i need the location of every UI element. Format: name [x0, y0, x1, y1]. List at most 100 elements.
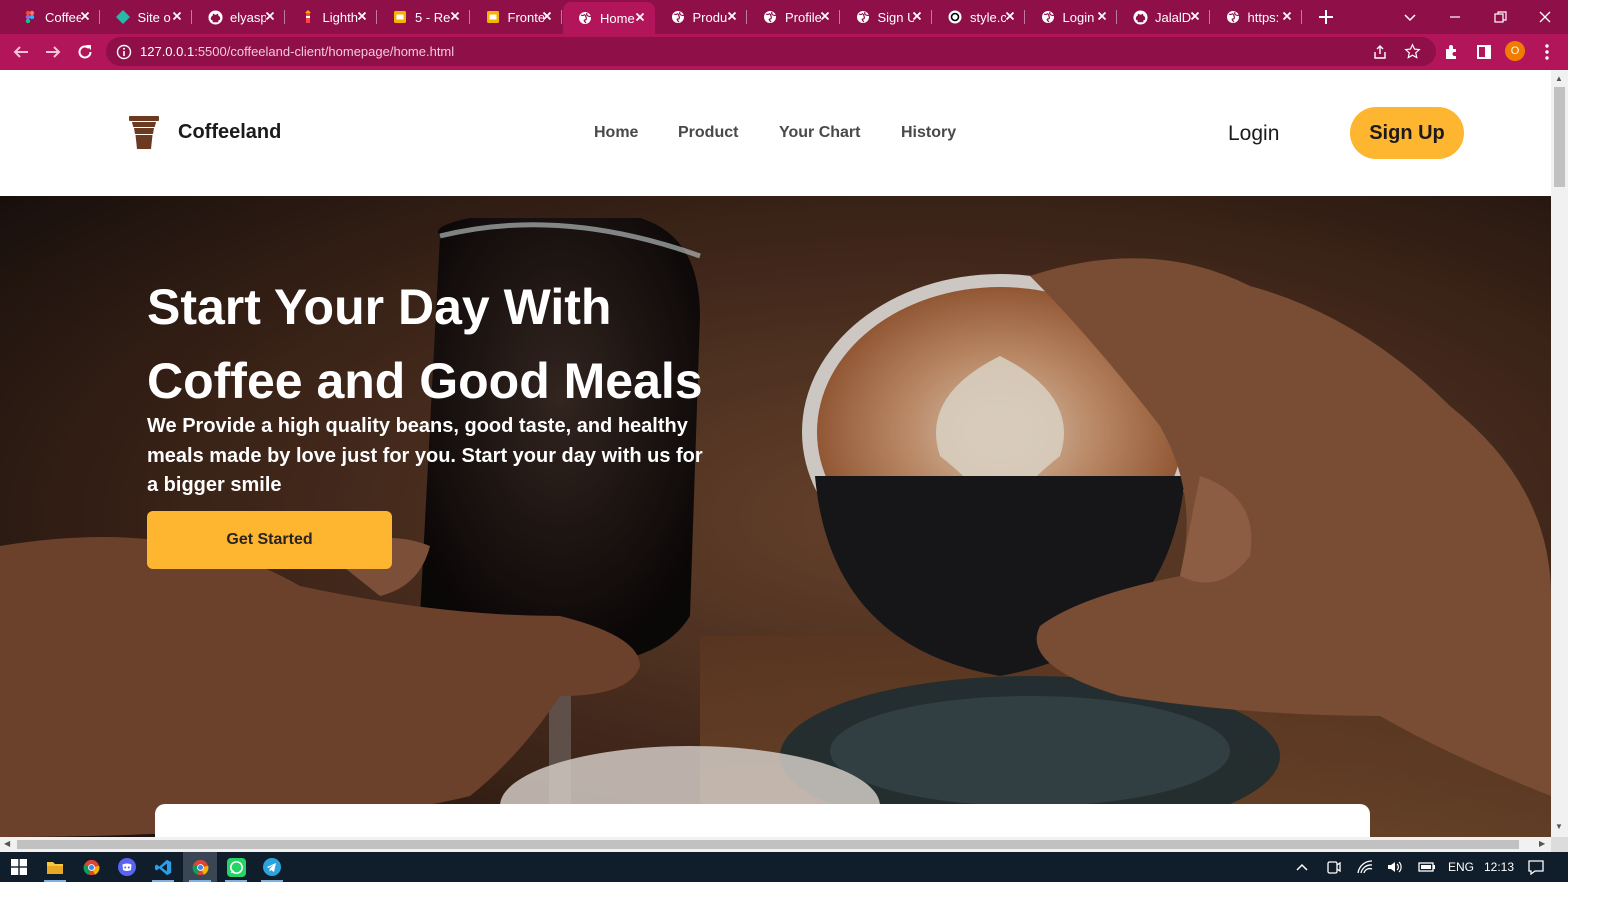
globe-icon	[762, 9, 778, 25]
tab-close-icon[interactable]	[263, 9, 277, 23]
tab-close-icon[interactable]	[910, 9, 924, 23]
taskbar-file-explorer[interactable]	[38, 852, 72, 882]
extensions-puzzle-icon[interactable]	[1443, 43, 1461, 61]
get-started-button[interactable]: Get Started	[147, 511, 392, 569]
side-panel-icon[interactable]	[1475, 43, 1493, 61]
browser-tab[interactable]: Site o	[101, 4, 192, 30]
forward-button[interactable]	[42, 41, 64, 63]
notifications-icon[interactable]	[1527, 859, 1545, 875]
tab-close-icon[interactable]	[725, 9, 739, 23]
vscode-icon	[154, 859, 171, 875]
tab-close-icon[interactable]	[1095, 9, 1109, 23]
globe-icon	[670, 9, 686, 25]
browser-tab[interactable]: Sign U	[841, 4, 932, 30]
vertical-scroll-thumb[interactable]	[1554, 87, 1565, 187]
battery-icon[interactable]	[1418, 859, 1436, 875]
tab-close-icon[interactable]	[1280, 9, 1294, 23]
signup-button[interactable]: Sign Up	[1350, 107, 1464, 159]
reload-button[interactable]	[74, 41, 96, 63]
tab-title: Fronte	[507, 9, 544, 25]
browser-toolbar: 127.0.0.1:5500/coffeeland-client/homepag…	[0, 34, 1568, 70]
telegram-icon	[263, 858, 281, 876]
scroll-left-arrow-icon[interactable]: ◀	[4, 839, 10, 849]
scroll-right-arrow-icon[interactable]: ▶	[1539, 839, 1545, 849]
tab-title: Login	[1062, 9, 1095, 25]
hero-title-line-2: Coffee and Good Meals	[147, 353, 703, 409]
vertical-scrollbar[interactable]: ▲ ▼	[1551, 70, 1568, 837]
scroll-up-arrow-icon[interactable]: ▲	[1555, 74, 1563, 84]
taskbar-telegram[interactable]	[255, 852, 289, 882]
nav-link-home[interactable]: Home	[594, 124, 638, 142]
tab-separator	[1023, 10, 1025, 24]
meet-now-icon[interactable]	[1324, 859, 1342, 875]
windows-start-button[interactable]	[2, 852, 36, 882]
chrome-icon	[192, 859, 208, 875]
tab-separator	[1301, 10, 1302, 24]
tab-close-icon[interactable]	[355, 9, 369, 23]
nav-link-history[interactable]: History	[901, 124, 956, 142]
brand[interactable]: Coffeeland	[128, 114, 281, 150]
tab-close-icon[interactable]	[78, 9, 92, 23]
browser-tab[interactable]: 5 - Re	[378, 4, 470, 30]
wifi-icon[interactable]	[1356, 859, 1374, 875]
browser-tab[interactable]: Login	[1026, 4, 1117, 30]
nav-link-your-chart[interactable]: Your Chart	[779, 124, 860, 142]
taskbar-discord[interactable]	[110, 852, 144, 882]
horizontal-scrollbar[interactable]: ◀ ▶	[0, 837, 1551, 852]
show-hidden-icons-chevron-icon[interactable]	[1293, 859, 1311, 875]
browser-tab[interactable]: Lighth	[286, 4, 377, 30]
tab-close-icon[interactable]	[1188, 9, 1202, 23]
volume-icon[interactable]	[1386, 859, 1404, 875]
clock[interactable]: 12:13	[1484, 860, 1514, 874]
tab-close-icon[interactable]	[540, 9, 554, 23]
site-info-icon[interactable]	[116, 44, 132, 60]
tab-close-icon[interactable]	[818, 9, 832, 23]
taskbar-whatsapp[interactable]	[219, 852, 253, 882]
taskbar-chrome-active[interactable]	[183, 852, 217, 882]
globe-icon	[855, 9, 871, 25]
new-tab-plus-icon[interactable]	[1316, 7, 1336, 27]
info-card	[155, 804, 1370, 837]
browser-tab[interactable]: elyasp	[193, 4, 285, 30]
back-button[interactable]	[10, 41, 32, 63]
nav-link-product[interactable]: Product	[678, 124, 738, 142]
tab-title: style.c	[970, 9, 1006, 25]
taskbar-vscode[interactable]	[146, 852, 180, 882]
restore-window-icon[interactable]	[1490, 7, 1510, 27]
tab-separator	[468, 10, 470, 24]
browser-tab[interactable]: Profile	[748, 4, 840, 30]
tab-title: Sign U	[877, 9, 914, 25]
browser-tab[interactable]: https:	[1211, 4, 1302, 30]
taskbar-chrome[interactable]	[74, 852, 108, 882]
browser-tab[interactable]: JalalD	[1118, 4, 1210, 30]
minimize-window-icon[interactable]	[1445, 7, 1465, 27]
tab-title: Site o	[137, 9, 171, 25]
close-window-icon[interactable]	[1535, 7, 1555, 27]
browser-tab[interactable]: Fronte	[471, 4, 562, 30]
tab-close-icon[interactable]	[448, 9, 462, 23]
share-icon[interactable]	[1372, 44, 1388, 60]
tab-search-chevron-icon[interactable]	[1400, 7, 1420, 27]
url-host: 127.0.0.1	[140, 44, 195, 59]
profile-avatar[interactable]: O	[1505, 41, 1525, 61]
scroll-down-arrow-icon[interactable]: ▼	[1555, 822, 1563, 832]
chrome-icon	[83, 859, 99, 875]
tab-close-icon[interactable]	[1003, 9, 1017, 23]
tab-close-icon[interactable]	[170, 9, 184, 23]
address-bar[interactable]: 127.0.0.1:5500/coffeeland-client/homepag…	[106, 37, 1436, 66]
bookmark-star-icon[interactable]	[1404, 43, 1421, 60]
browser-menu-icon[interactable]	[1539, 43, 1555, 61]
reload-icon	[78, 45, 92, 59]
figma-icon	[22, 9, 38, 25]
browser-tab-strip: Coffee Site o elyasp Lighth 5 - Re Fronte Home…	[0, 0, 1568, 34]
horizontal-scroll-thumb[interactable]	[17, 840, 1519, 849]
browser-tab[interactable]: Produ	[656, 4, 747, 30]
browser-tab[interactable]: Coffee	[8, 4, 100, 30]
url-text: 127.0.0.1:5500/coffeeland-client/homepag…	[140, 44, 454, 59]
input-language[interactable]: ENG	[1448, 860, 1474, 874]
tab-close-icon[interactable]	[633, 10, 647, 24]
browser-tab[interactable]: Home	[563, 2, 655, 34]
login-link[interactable]: Login	[1228, 122, 1279, 146]
tab-title: Produ	[692, 9, 728, 25]
browser-tab[interactable]: style.c	[933, 4, 1025, 30]
